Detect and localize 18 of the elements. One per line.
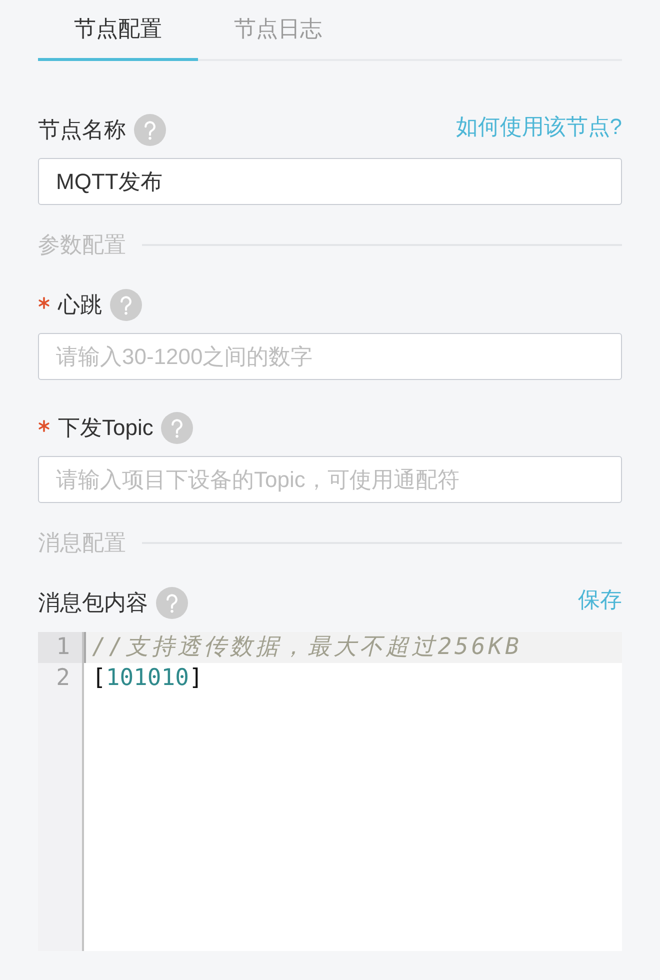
field-label: 消息包内容 [38,589,148,617]
help-icon[interactable] [161,412,194,444]
code-editor[interactable]: 1 2 //支持透传数据，最大不超过256KB [101010] [38,632,622,951]
field-label: 节点名称 [38,116,126,144]
line-number: 2 [55,664,71,693]
line-number: 1 [38,632,82,663]
section-title: 消息配置 [38,531,126,555]
text-input[interactable]: 请输入项目下设备的Topic，可使用通配符 [38,456,622,503]
help-icon[interactable] [156,587,188,619]
help-icon[interactable] [134,114,166,146]
text-input[interactable]: 请输入30-1200之间的数字 [38,333,622,380]
field-label: 心跳 [58,291,102,319]
code-line: [101010] [91,664,204,693]
text-input[interactable]: MQTT发布 [38,158,622,205]
tab[interactable]: 节点配置 [38,0,198,61]
help-icon[interactable] [110,289,142,321]
section-title: 参数配置 [38,233,126,257]
field-label: 下发Topic [58,414,154,442]
